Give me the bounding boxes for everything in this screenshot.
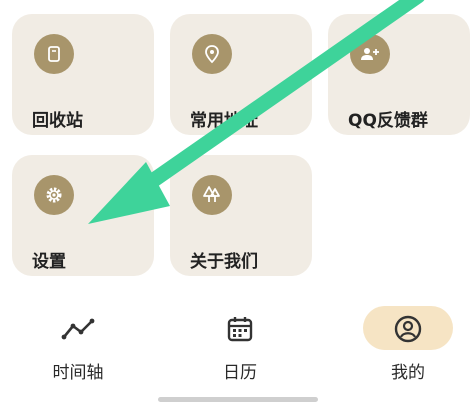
tile-common-addresses[interactable]: 常用地址: [170, 14, 312, 135]
gear-icon: [34, 175, 74, 215]
nav-item-profile[interactable]: 我的: [343, 300, 473, 390]
tile-label: 常用地址: [190, 111, 258, 131]
nav-label: 日历: [223, 363, 257, 383]
calendar-icon: [223, 314, 257, 344]
trees-icon: [192, 175, 232, 215]
nav-label: 时间轴: [52, 363, 104, 383]
tile-qq-feedback-group[interactable]: QQ反馈群: [328, 14, 470, 135]
nav-label: 我的: [391, 363, 425, 383]
tile-settings[interactable]: 设置: [12, 155, 154, 276]
location-pin-icon: [192, 34, 232, 74]
tile-recycle-bin[interactable]: 回收站: [12, 14, 154, 135]
tile-label: 回收站: [32, 111, 83, 131]
tile-label: QQ反馈群: [348, 111, 428, 131]
tile-about-us[interactable]: 关于我们: [170, 155, 312, 276]
nav-item-calendar[interactable]: 日历: [175, 300, 305, 390]
trash-icon: [34, 34, 74, 74]
group-add-icon: [350, 34, 390, 74]
tile-label: 设置: [32, 252, 66, 272]
profile-icon: [391, 314, 425, 344]
home-indicator-bar: [158, 397, 318, 402]
tile-label: 关于我们: [190, 252, 258, 272]
timeline-icon: [61, 314, 95, 344]
nav-item-timeline[interactable]: 时间轴: [13, 300, 143, 390]
